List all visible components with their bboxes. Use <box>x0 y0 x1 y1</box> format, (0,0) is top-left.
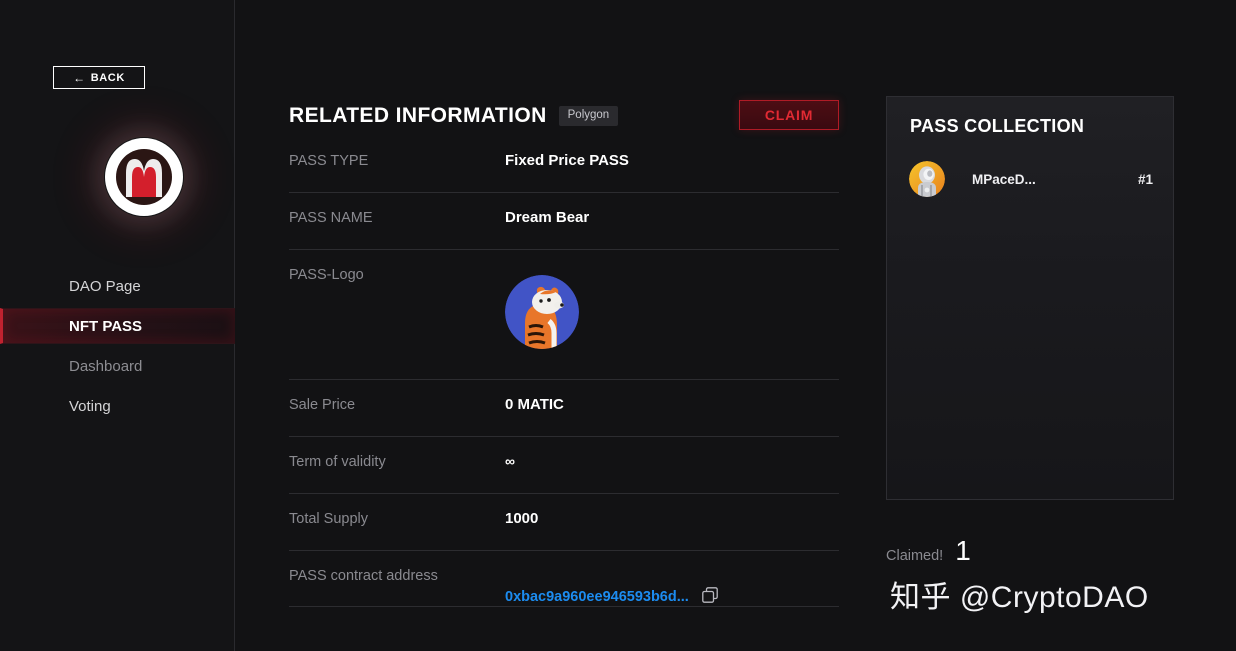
watermark: 知乎 @CryptoDAO <box>890 581 1149 614</box>
copy-icon[interactable] <box>701 587 718 607</box>
page-title: RELATED INFORMATION <box>289 104 547 127</box>
sidebar-item-nft-pass[interactable]: NFT PASS <box>0 308 235 344</box>
info-value: Dream Bear <box>505 209 590 226</box>
info-row-total-supply: Total Supply 1000 <box>289 494 839 551</box>
sidebar-item-dao-page[interactable]: DAO Page <box>0 268 235 304</box>
info-value: ∞ <box>505 453 516 469</box>
info-label: Term of validity <box>289 454 386 470</box>
info-row-pass-logo: PASS-Logo <box>289 250 839 380</box>
list-item-name: MPaceD... <box>972 171 1036 187</box>
info-value: 0 MATIC <box>505 396 564 413</box>
main-header: RELATED INFORMATION Polygon CLAIM <box>289 96 839 136</box>
info-row-sale-price: Sale Price 0 MATIC <box>289 380 839 437</box>
info-value: Fixed Price PASS <box>505 152 629 169</box>
dao-m-logo-icon <box>104 137 184 217</box>
sidebar-item-voting[interactable]: Voting <box>0 388 235 424</box>
sidebar-item-label: Voting <box>69 397 111 415</box>
sidebar: ← BACK DAO Page NFT PASS Dashboard Votin… <box>0 0 235 651</box>
info-label: PASS TYPE <box>289 153 369 169</box>
claimed-block: Claimed! 1 <box>886 535 971 567</box>
info-label: Sale Price <box>289 397 356 413</box>
address-line: 0xbac9a960ee946593b6d... <box>505 567 839 607</box>
info-label: PASS NAME <box>289 210 373 226</box>
list-item[interactable]: MPaceD... #1 <box>909 159 1153 199</box>
nft-pass-page: ← BACK DAO Page NFT PASS Dashboard Votin… <box>0 0 1236 651</box>
sidebar-item-label: DAO Page <box>69 277 141 295</box>
claim-button[interactable]: CLAIM <box>739 100 839 130</box>
sidebar-item-dashboard[interactable]: Dashboard <box>0 348 235 384</box>
back-arrow-icon: ← <box>73 70 86 85</box>
claimed-label: Claimed! <box>886 548 944 564</box>
info-label: PASS contract address <box>289 568 438 584</box>
info-value-logo <box>505 250 839 349</box>
info-row-contract-address: PASS contract address 0xbac9a960ee946593… <box>289 551 839 607</box>
list-item-index: #1 <box>1137 171 1153 187</box>
tiger-avatar-icon <box>505 275 579 349</box>
related-information-panel: RELATED INFORMATION Polygon CLAIM PASS T… <box>289 96 839 607</box>
claimed-count: 1 <box>955 535 971 566</box>
info-row-pass-type: PASS TYPE Fixed Price PASS <box>289 136 839 193</box>
astronaut-avatar-icon <box>909 161 945 197</box>
sidebar-item-label: NFT PASS <box>69 317 143 335</box>
info-row-term-of-validity: Term of validity ∞ <box>289 437 839 494</box>
info-row-pass-name: PASS NAME Dream Bear <box>289 193 839 250</box>
contract-address-link[interactable]: 0xbac9a960ee946593b6d... <box>505 589 689 605</box>
back-button-label: BACK <box>90 71 125 84</box>
info-label: Total Supply <box>289 511 368 527</box>
info-label: PASS-Logo <box>289 267 364 283</box>
chain-badge: Polygon <box>558 106 619 126</box>
back-button[interactable]: ← BACK <box>53 66 145 89</box>
claim-button-label: CLAIM <box>764 107 814 123</box>
info-value: 1000 <box>505 510 539 527</box>
pass-collection-title: PASS COLLECTION <box>910 116 1085 136</box>
pass-collection-panel: PASS COLLECTION MPaceD... #1 <box>886 96 1174 500</box>
info-value-address: 0xbac9a960ee946593b6d... <box>505 551 839 607</box>
sidebar-item-label: Dashboard <box>69 357 143 375</box>
